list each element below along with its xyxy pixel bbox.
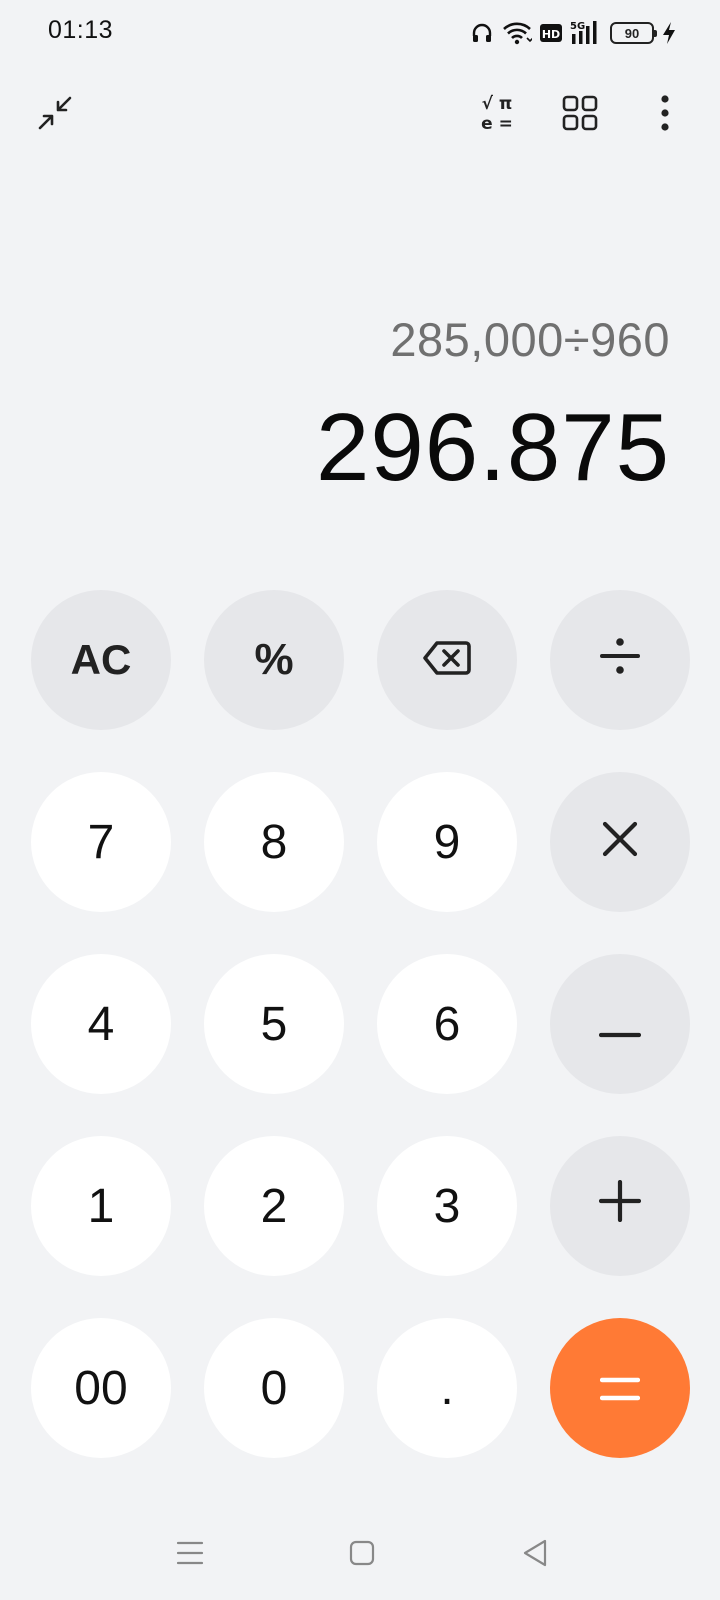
status-icons: HD 5G 90 bbox=[470, 18, 676, 48]
digit-3-button[interactable]: 3 bbox=[377, 1136, 517, 1276]
hd-icon: HD bbox=[540, 23, 562, 43]
minus-button[interactable] bbox=[550, 954, 690, 1094]
digit-6-button[interactable]: 6 bbox=[377, 954, 517, 1094]
divide-icon bbox=[600, 633, 640, 688]
back-button[interactable] bbox=[500, 1520, 570, 1590]
svg-text:√ π: √ π bbox=[482, 94, 513, 114]
menu-icon bbox=[176, 1540, 204, 1571]
expression-display: 285,000÷960 bbox=[390, 313, 670, 366]
svg-text:HD: HD bbox=[542, 28, 560, 41]
percent-button[interactable]: % bbox=[204, 590, 344, 730]
headphones-icon bbox=[470, 21, 494, 45]
plus-button[interactable] bbox=[550, 1136, 690, 1276]
scientific-mode-button[interactable]: √ π e = bbox=[462, 80, 532, 150]
collapse-icon bbox=[37, 95, 73, 136]
digit-8-label: 8 bbox=[260, 815, 288, 869]
digit-9-button[interactable]: 9 bbox=[377, 772, 517, 912]
digit-3-label: 3 bbox=[433, 1179, 461, 1233]
status-time: 01:13 bbox=[48, 16, 114, 44]
result-display: 296.875 bbox=[315, 394, 670, 501]
backspace-icon bbox=[423, 633, 471, 688]
digit-5-button[interactable]: 5 bbox=[204, 954, 344, 1094]
equals-button[interactable] bbox=[550, 1318, 690, 1458]
digit-1-button[interactable]: 1 bbox=[31, 1136, 171, 1276]
equals-icon bbox=[599, 1361, 641, 1416]
digit-0-label: 0 bbox=[260, 1361, 288, 1415]
toolbar: √ π e = bbox=[0, 80, 720, 150]
navigation-bar bbox=[0, 1520, 720, 1590]
signal-icon: 5G bbox=[570, 20, 602, 46]
all-clear-button[interactable]: AC bbox=[31, 590, 171, 730]
digit-8-button[interactable]: 8 bbox=[204, 772, 344, 912]
double-zero-button[interactable]: 00 bbox=[31, 1318, 171, 1458]
digit-4-label: 4 bbox=[87, 997, 115, 1051]
battery-level: 90 bbox=[624, 25, 640, 41]
multiply-icon bbox=[601, 815, 639, 870]
wifi-icon bbox=[502, 20, 532, 46]
digit-7-button[interactable]: 7 bbox=[31, 772, 171, 912]
digit-9-label: 9 bbox=[433, 815, 461, 869]
decimal-point-button[interactable]: . bbox=[377, 1318, 517, 1458]
backspace-button[interactable] bbox=[377, 590, 517, 730]
minus-icon bbox=[598, 997, 642, 1052]
battery-icon: 90 bbox=[610, 22, 657, 44]
digit-5-label: 5 bbox=[260, 997, 288, 1051]
multiply-button[interactable] bbox=[550, 772, 690, 912]
status-bar: 01:13 HD 5G 90 bbox=[0, 0, 720, 64]
all-clear-label: AC bbox=[70, 636, 132, 683]
home-icon bbox=[349, 1540, 375, 1571]
scientific-icon: √ π e = bbox=[477, 93, 517, 138]
divide-button[interactable] bbox=[550, 590, 690, 730]
digit-0-button[interactable]: 0 bbox=[204, 1318, 344, 1458]
digit-2-button[interactable]: 2 bbox=[204, 1136, 344, 1276]
svg-text:5G: 5G bbox=[570, 21, 585, 32]
plus-icon bbox=[598, 1179, 642, 1234]
digit-6-label: 6 bbox=[433, 997, 461, 1051]
keypad: AC % 7 8 9 4 5 6 1 2 3 00 0 . bbox=[31, 590, 693, 1458]
digit-1-label: 1 bbox=[87, 1179, 115, 1233]
double-zero-label: 00 bbox=[74, 1361, 128, 1415]
digit-4-button[interactable]: 4 bbox=[31, 954, 171, 1094]
svg-text:e =: e = bbox=[481, 114, 513, 133]
converter-icon bbox=[562, 95, 598, 136]
converter-button[interactable] bbox=[545, 80, 615, 150]
decimal-point-label: . bbox=[440, 1361, 454, 1415]
recents-button[interactable] bbox=[155, 1520, 225, 1590]
digit-7-label: 7 bbox=[87, 815, 115, 869]
more-options-button[interactable] bbox=[630, 80, 700, 150]
collapse-button[interactable] bbox=[20, 80, 90, 150]
more-icon bbox=[660, 94, 670, 136]
digit-2-label: 2 bbox=[260, 1179, 288, 1233]
back-icon bbox=[522, 1539, 548, 1572]
charging-icon bbox=[662, 21, 676, 45]
home-button[interactable] bbox=[327, 1520, 397, 1590]
percent-label: % bbox=[254, 635, 294, 684]
